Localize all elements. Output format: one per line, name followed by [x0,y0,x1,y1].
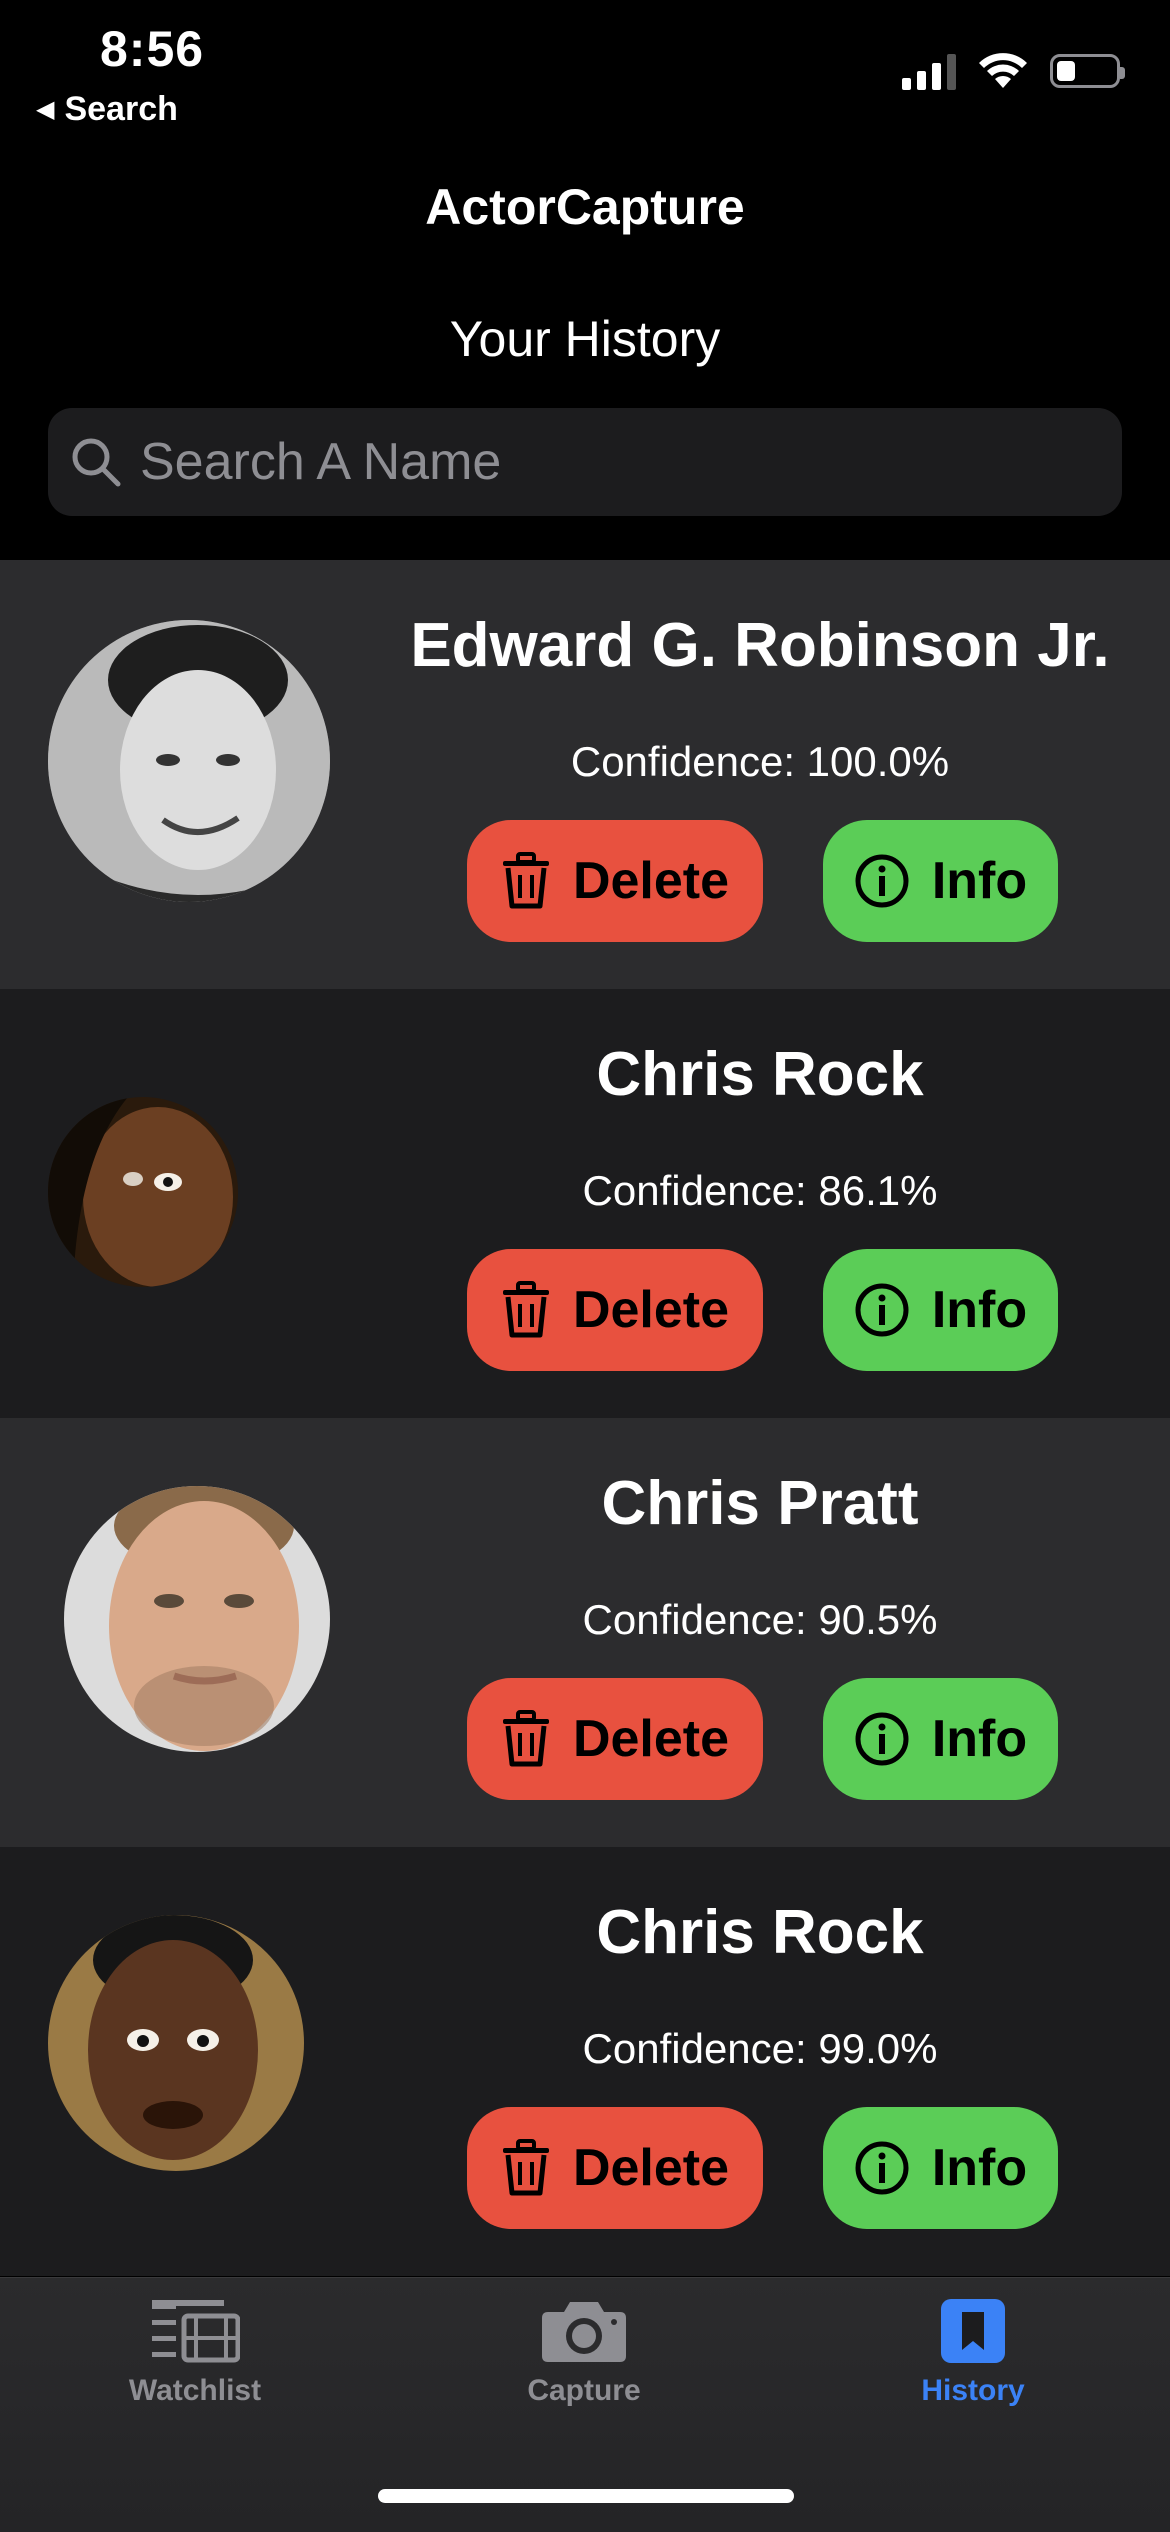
info-button[interactable]: Info [823,2107,1058,2229]
tab-label-capture: Capture [527,2374,641,2407]
delete-label: Delete [572,1281,730,1339]
history-row: Chris Pratt Confidence: 90.5% Delete Inf… [0,1418,1170,1847]
history-row: Chris Rock Confidence: 86.1% Delete Info [0,989,1170,1418]
tab-watchlist[interactable]: Watchlist [45,2298,345,2408]
actor-name: Chris Rock [596,1040,924,1109]
delete-label: Delete [572,2139,730,2197]
back-to-search-link[interactable]: ◀ Search [36,90,178,129]
info-button[interactable]: Info [823,820,1058,942]
info-icon [855,1712,909,1766]
info-icon [855,1283,909,1337]
search-bar[interactable] [48,408,1122,516]
info-label: Info [931,1710,1028,1768]
status-time: 8:56 [100,21,205,77]
info-button[interactable]: Info [823,1678,1058,1800]
actor-photo [48,620,330,902]
cellular-signal-icon [902,52,956,90]
battery-icon [1050,54,1125,88]
bookmark-icon [941,2299,1005,2363]
confidence-text: Confidence: 86.1% [582,1167,938,1214]
actor-name: Chris Pratt [601,1469,919,1538]
home-indicator[interactable] [378,2489,794,2503]
tab-capture[interactable]: Capture [434,2298,734,2408]
film-list-icon [152,2300,240,2363]
app-title: ActorCapture [425,179,745,235]
search-icon [72,438,121,487]
info-label: Info [931,2139,1028,2197]
tab-label-watchlist: Watchlist [128,2374,262,2407]
back-triangle-icon: ◀ [36,96,55,123]
actor-photo [48,1097,238,1287]
delete-label: Delete [572,852,730,910]
page-title: Your History [449,311,721,367]
confidence-text: Confidence: 99.0% [582,2025,938,2072]
confidence-text: Confidence: 90.5% [582,1596,938,1643]
actor-photo [48,1915,304,2171]
delete-button[interactable]: Delete [467,820,763,942]
info-icon [855,2141,909,2195]
trash-icon [502,2139,549,2196]
trash-icon [502,852,549,909]
wifi-icon [979,53,1027,88]
tab-label-history: History [921,2374,1025,2407]
history-list: Edward G. Robinson Jr. Confidence: 100.0… [0,560,1170,2276]
info-button[interactable]: Info [823,1249,1058,1371]
trash-icon [502,1281,549,1338]
actor-name: Edward G. Robinson Jr. [410,611,1110,680]
history-row: Chris Rock Confidence: 99.0% Delete Info [0,1847,1170,2276]
actor-name: Chris Rock [596,1898,924,1967]
history-row: Edward G. Robinson Jr. Confidence: 100.0… [0,560,1170,989]
info-label: Info [931,1281,1028,1339]
delete-button[interactable]: Delete [467,2107,763,2229]
info-label: Info [931,852,1028,910]
delete-label: Delete [572,1710,730,1768]
search-input[interactable] [140,432,1090,492]
back-link-label: Search [64,90,178,128]
trash-icon [502,1710,549,1767]
actor-photo [64,1486,330,1752]
delete-button[interactable]: Delete [467,1249,763,1371]
app-screen: 8:56 ◀ Search ActorCapture Your History [0,0,1170,2532]
delete-button[interactable]: Delete [467,1678,763,1800]
camera-icon [542,2302,626,2362]
confidence-text: Confidence: 100.0% [570,738,950,785]
status-icons [902,52,1125,90]
info-icon [855,854,909,908]
tab-history[interactable]: History [823,2298,1123,2408]
